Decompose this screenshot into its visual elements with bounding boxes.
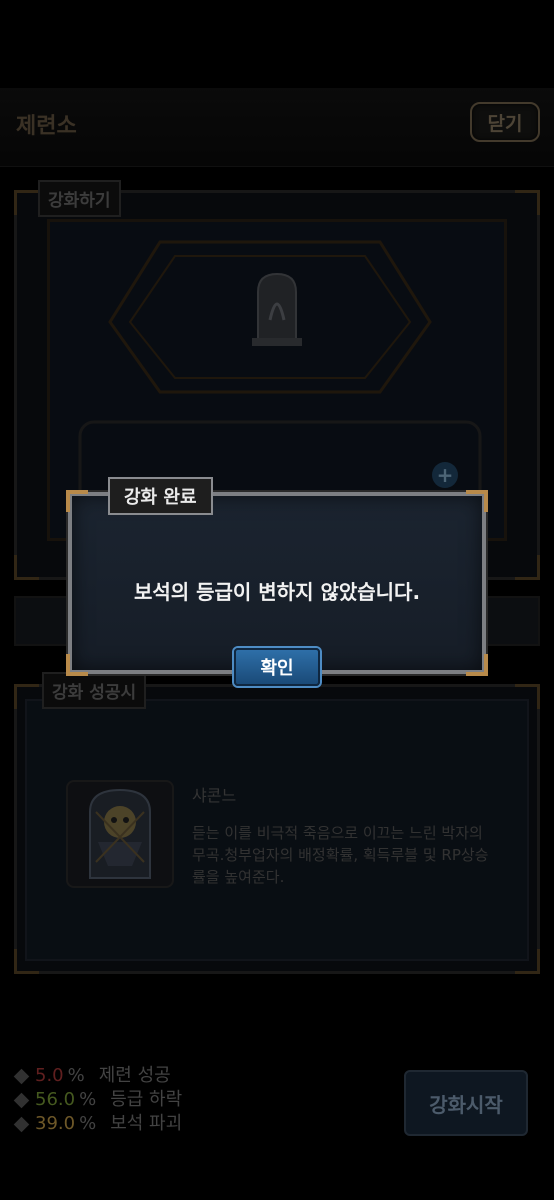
rate-value: 56.0	[35, 1089, 76, 1110]
enhance-panel-label: 강화하기	[38, 180, 121, 217]
skull-gem-icon	[89, 788, 151, 879]
close-button[interactable]: 닫기	[470, 102, 540, 142]
start-enhance-button[interactable]: 강화시작	[404, 1070, 528, 1136]
rate-unit: %	[79, 1113, 97, 1134]
rate-row-success: 5.0% 제련 성공	[12, 1064, 182, 1088]
corner-ornament	[466, 654, 488, 676]
rate-label: 보석 파괴	[110, 1113, 183, 1134]
rate-label: 등급 하락	[110, 1089, 183, 1110]
diamond-bullet-icon	[13, 1116, 30, 1132]
rate-value: 39.0	[35, 1113, 76, 1134]
gem-slot-icon[interactable]	[250, 270, 304, 350]
add-gem-plus-icon[interactable]: +	[432, 462, 458, 488]
page-title: 제련소	[16, 114, 77, 139]
rate-row-destroy: 39.0% 보석 파괴	[12, 1112, 182, 1136]
corner-ornament	[66, 654, 88, 676]
rate-row-downgrade: 56.0% 등급 하락	[12, 1088, 182, 1112]
success-panel-label: 강화 성공시	[42, 672, 147, 709]
item-image	[66, 780, 174, 888]
confirm-button[interactable]: 확인	[234, 648, 320, 686]
rate-list: 5.0% 제련 성공 56.0% 등급 하락 39.0% 보석 파괴	[12, 1064, 182, 1136]
corner-ornament	[515, 949, 540, 974]
item-description: 듣는 이를 비극적 죽음으로 이끄는 느린 박자의 무곡.청부업자의 배정확률,…	[192, 824, 489, 886]
item-name: 샤콘느	[192, 786, 237, 805]
corner-ornament	[14, 684, 39, 709]
corner-ornament	[515, 190, 540, 215]
diamond-bullet-icon	[13, 1092, 30, 1108]
corner-ornament	[14, 555, 39, 580]
dialog-message: 보석의 등급이 변하지 않았습니다.	[133, 580, 421, 604]
rate-unit: %	[67, 1065, 85, 1086]
top-bar: 제련소 닫기	[0, 88, 554, 167]
corner-ornament	[14, 949, 39, 974]
corner-ornament	[66, 490, 88, 512]
rate-unit: %	[79, 1089, 97, 1110]
corner-ornament	[14, 190, 39, 215]
rate-label: 제련 성공	[98, 1065, 171, 1086]
diamond-bullet-icon	[13, 1068, 30, 1084]
rate-value: 5.0	[35, 1065, 64, 1086]
corner-ornament	[466, 490, 488, 512]
dialog-title: 강화 완료	[108, 477, 213, 515]
corner-ornament	[515, 555, 540, 580]
corner-ornament	[515, 684, 540, 709]
